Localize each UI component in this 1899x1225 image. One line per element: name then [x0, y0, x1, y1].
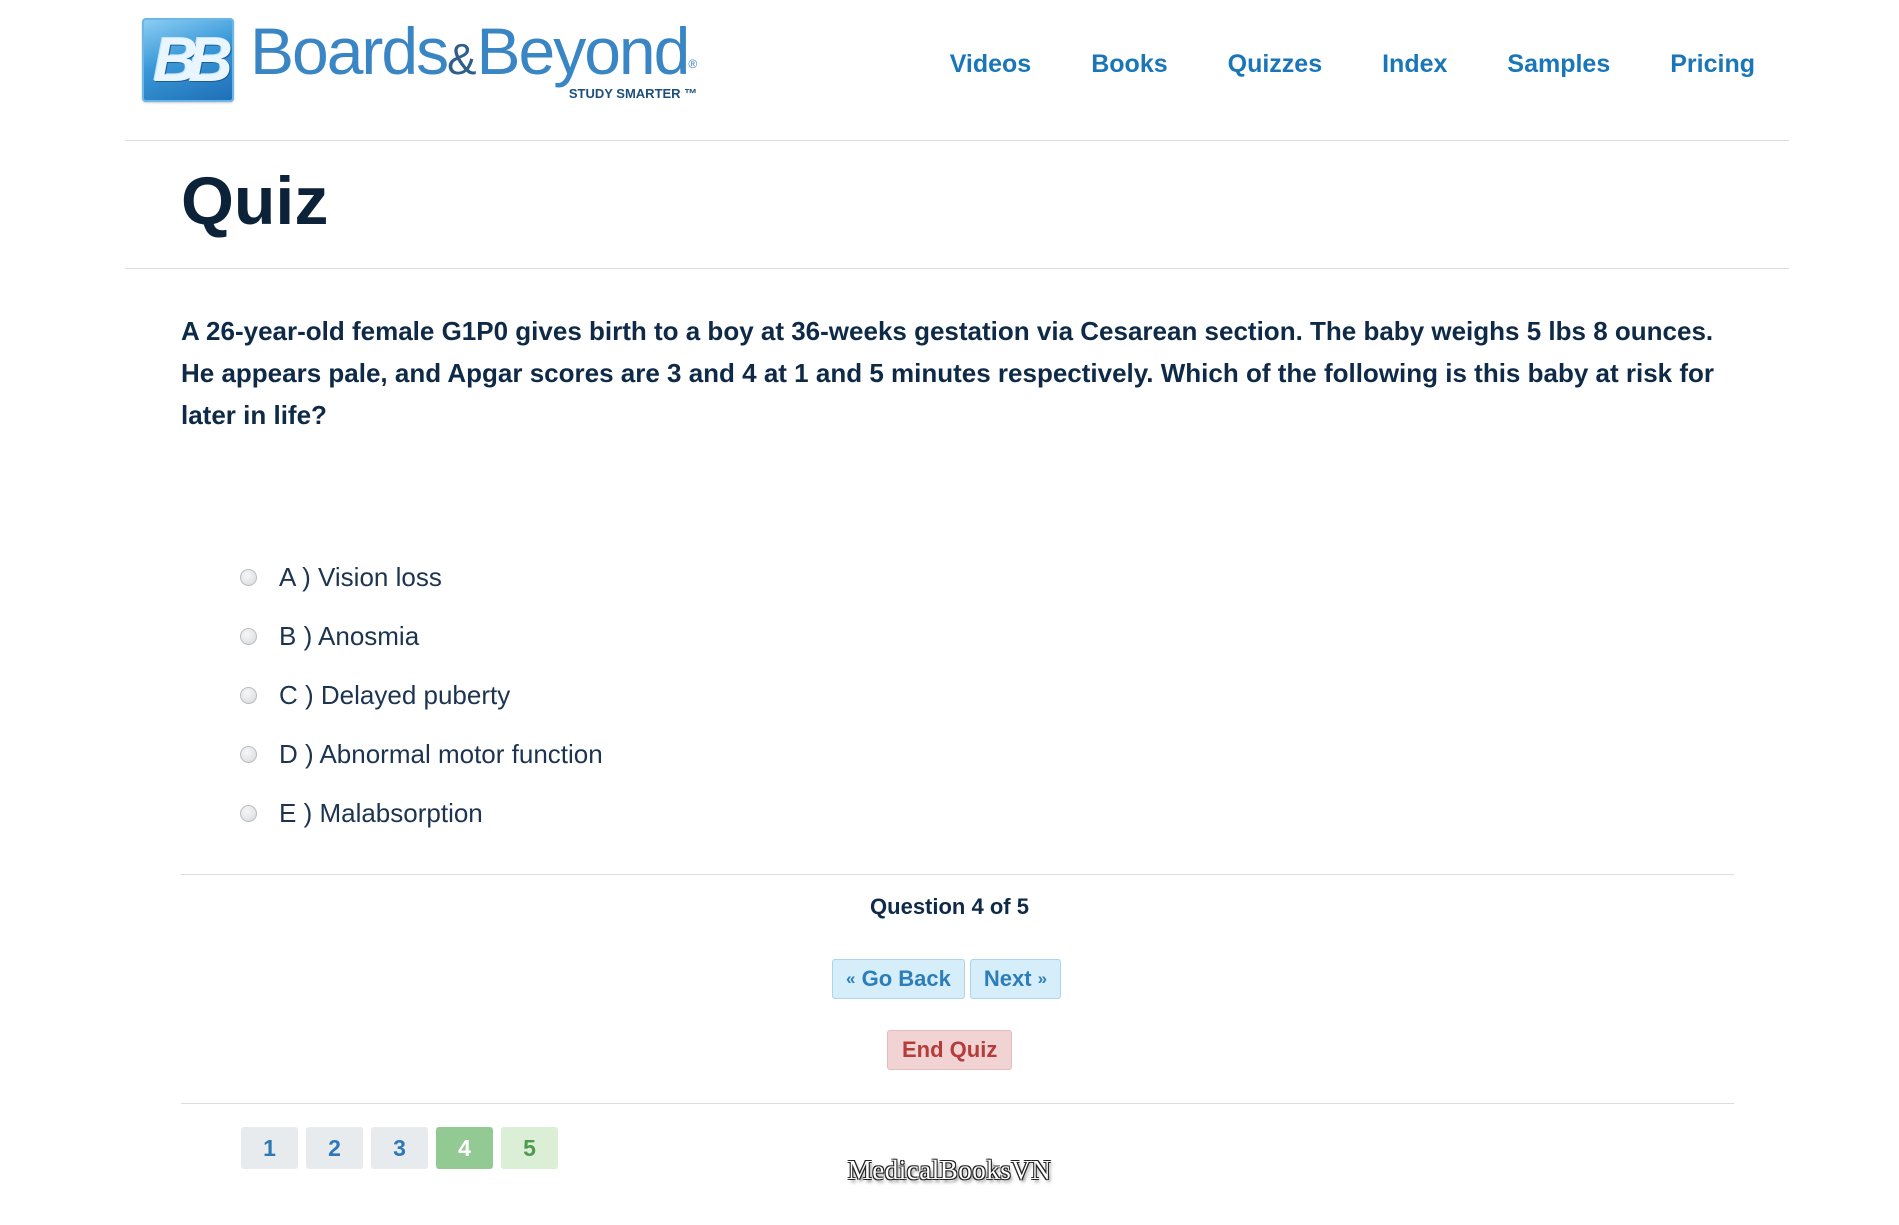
boards-and-beyond-logo[interactable]: BB Boards&Beyond® STUDY SMARTER ™ [142, 18, 697, 108]
option-e-radio[interactable] [240, 805, 257, 822]
go-back-label: Go Back [861, 966, 951, 991]
logo-wordmark: Boards&Beyond® STUDY SMARTER ™ [250, 18, 697, 108]
nav-samples[interactable]: Samples [1507, 50, 1610, 79]
pager-divider [181, 1103, 1734, 1104]
nav-books[interactable]: Books [1091, 50, 1167, 79]
title-divider [125, 268, 1789, 269]
option-b-radio[interactable] [240, 628, 257, 645]
option-a-label: A ) Vision loss [279, 562, 442, 592]
main-nav: Videos Books Quizzes Index Samples Prici… [950, 50, 1755, 79]
logo-registered-mark: ® [688, 57, 698, 71]
option-b-label: B ) Anosmia [279, 621, 420, 651]
page-title: Quiz [181, 163, 329, 239]
next-quote-icon: » [1037, 969, 1048, 988]
question-counter: Question 4 of 5 [870, 894, 1029, 919]
logo-tagline: STUDY SMARTER ™ [568, 86, 698, 101]
nav-videos[interactable]: Videos [950, 50, 1032, 79]
next-label: Next [983, 966, 1032, 991]
next-button[interactable]: Next » [969, 959, 1062, 999]
back-quote-icon: « [846, 969, 856, 988]
option-e[interactable]: E ) Malabsorption [240, 784, 603, 843]
options-divider [181, 874, 1734, 875]
nav-pricing[interactable]: Pricing [1670, 50, 1755, 79]
nav-quizzes[interactable]: Quizzes [1228, 50, 1322, 79]
go-back-button[interactable]: « Go Back [832, 959, 965, 999]
option-d-label: D ) Abnormal motor function [279, 739, 603, 769]
logo-mark-icon: BB [142, 18, 234, 102]
watermark: MedicalBooksVN [847, 1155, 1052, 1185]
option-b[interactable]: B ) Anosmia [240, 607, 603, 666]
option-a[interactable]: A ) Vision loss [240, 548, 603, 607]
header-divider [125, 140, 1789, 141]
option-d[interactable]: D ) Abnormal motor function [240, 725, 603, 784]
site-header: BB Boards&Beyond® STUDY SMARTER ™ Videos… [0, 0, 1899, 141]
option-a-radio[interactable] [240, 569, 257, 586]
option-d-radio[interactable] [240, 746, 257, 763]
logo-ampersand: & [447, 35, 477, 84]
option-c-radio[interactable] [240, 687, 257, 704]
logo-name-right: Beyond [476, 14, 690, 88]
navigation-buttons: « Go Back Next » [832, 959, 1062, 999]
answer-options: A ) Vision loss B ) Anosmia C ) Delayed … [240, 548, 603, 843]
option-c-label: C ) Delayed puberty [279, 680, 511, 710]
question-text: A 26-year-old female G1P0 gives birth to… [181, 316, 1714, 430]
logo-name-left: Boards [250, 14, 449, 88]
end-quiz-button[interactable]: End Quiz [887, 1030, 1013, 1070]
option-e-label: E ) Malabsorption [279, 798, 483, 828]
option-c[interactable]: C ) Delayed puberty [240, 666, 603, 725]
nav-index[interactable]: Index [1382, 50, 1447, 79]
